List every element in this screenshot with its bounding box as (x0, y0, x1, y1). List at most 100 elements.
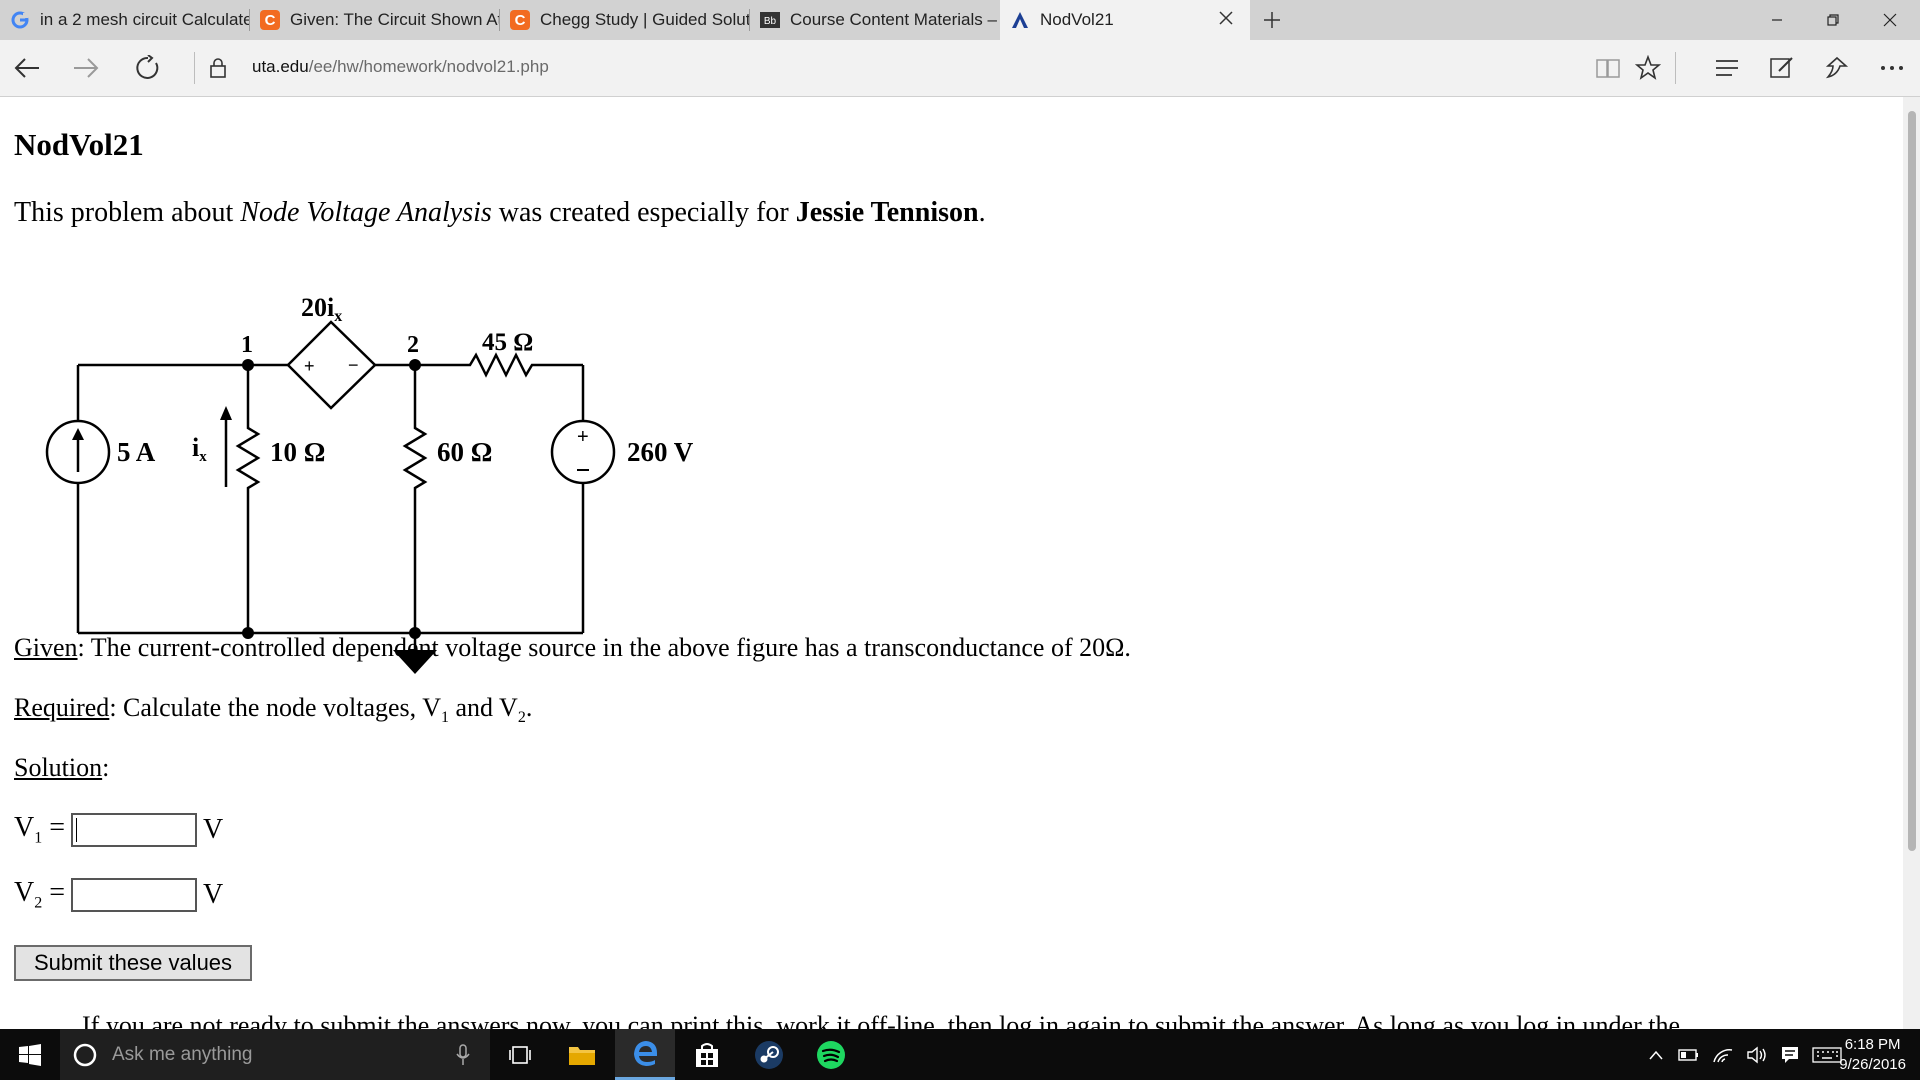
refresh-icon (136, 55, 159, 79)
svg-text:+: + (577, 426, 589, 448)
plus-icon (1264, 12, 1280, 28)
node-2-label: 2 (407, 332, 419, 358)
steam-button[interactable] (739, 1029, 799, 1080)
lock-icon (200, 50, 236, 86)
google-icon (10, 10, 30, 30)
star-icon (1635, 55, 1661, 80)
tab-title: Chegg Study | Guided Solut (540, 10, 750, 29)
circuit-diagram: + − + 20ix 1 2 45 Ω 5 A ix 10 Ω 60 Ω 260… (45, 293, 694, 674)
offline-note: If you are not ready to submit the answe… (82, 1011, 1680, 1029)
action-center-icon[interactable] (1780, 1045, 1800, 1065)
task-view-icon (509, 1045, 531, 1064)
wifi-icon[interactable] (1712, 1046, 1734, 1064)
reading-view-button[interactable] (1590, 50, 1626, 86)
battery-icon[interactable] (1678, 1048, 1700, 1062)
node-1-label: 1 (241, 332, 253, 358)
v2-input[interactable] (71, 877, 198, 912)
v2-label: V2 = (14, 877, 66, 912)
clock-time: 6:18 PM (1844, 1036, 1901, 1053)
blackboard-icon: Bb (760, 10, 780, 30)
windows-icon (19, 1043, 41, 1066)
edge-icon (634, 1041, 657, 1066)
chevron-up-icon[interactable] (1648, 1050, 1664, 1060)
close-window-button[interactable] (1862, 0, 1918, 40)
v2-unit: V (203, 878, 224, 910)
store-icon (696, 1042, 718, 1067)
tab-chegg-given[interactable]: C Given: The Circuit Shown At (250, 0, 500, 40)
share-button[interactable] (1819, 50, 1855, 86)
v1-row: V1 = V (14, 812, 223, 848)
page-content: NodVol21 This problem about Node Voltage… (0, 97, 1903, 1029)
voltage-source-label: 260 V (627, 437, 694, 467)
share-icon (1825, 56, 1849, 79)
steam-icon (755, 1040, 783, 1069)
more-button[interactable] (1874, 50, 1910, 86)
svg-text:−: − (348, 355, 359, 375)
hub-icon (1716, 60, 1738, 76)
taskbar: Ask me anything 6:18 PM 9/26/2016 (0, 1029, 1920, 1080)
dependent-source-symbol (286, 320, 377, 410)
keyboard-icon[interactable] (1812, 1046, 1842, 1064)
submit-button[interactable]: Submit these values (14, 945, 252, 981)
tab-bar: in a 2 mesh circuit Calculate C Given: T… (0, 0, 1920, 40)
forward-button[interactable] (68, 50, 104, 86)
v1-unit: V (203, 813, 224, 845)
refresh-button[interactable] (130, 50, 166, 86)
solution-label: Solution: (14, 753, 110, 782)
scrollbar-thumb[interactable] (1908, 111, 1916, 851)
spotify-button[interactable] (801, 1029, 861, 1080)
start-button[interactable] (0, 1029, 60, 1080)
more-dots-icon (1881, 66, 1903, 70)
close-icon[interactable] (1216, 8, 1236, 33)
tab-blackboard[interactable]: Bb Course Content Materials – (750, 0, 1000, 40)
tab-title: Given: The Circuit Shown At (290, 10, 500, 29)
v1-input[interactable] (71, 812, 198, 847)
folder-icon (569, 1046, 595, 1065)
svg-text:Bb: Bb (764, 16, 777, 27)
new-tab-button[interactable] (1258, 6, 1286, 34)
intro-text: This problem about Node Voltage Analysis… (14, 197, 986, 228)
close-icon (1883, 13, 1897, 27)
cortana-icon (73, 1043, 97, 1066)
minimize-button[interactable] (1749, 0, 1805, 40)
book-icon (1596, 59, 1620, 78)
tab-google-search[interactable]: in a 2 mesh circuit Calculate (0, 0, 250, 40)
clock[interactable]: 6:18 PM 9/26/2016 (1839, 1035, 1906, 1075)
dep-source-label: 20ix (301, 293, 342, 325)
web-note-button[interactable] (1764, 50, 1800, 86)
tab-chegg-study[interactable]: C Chegg Study | Guided Solut (500, 0, 750, 40)
file-explorer-button[interactable] (552, 1029, 612, 1080)
v1-label: V1 = (14, 812, 66, 847)
forward-arrow-icon (74, 58, 99, 78)
tab-title: in a 2 mesh circuit Calculate (40, 10, 250, 29)
favorite-button[interactable] (1630, 50, 1666, 86)
page-scrollbar[interactable] (1903, 97, 1920, 1029)
minimize-icon (1772, 19, 1782, 21)
page-title: NodVol21 (14, 127, 144, 162)
navigation-bar: uta.edu/ee/hw/homework/nodvol21.php (0, 40, 1920, 97)
edge-button[interactable] (615, 1029, 675, 1080)
svg-text:C: C (515, 12, 526, 29)
address-field[interactable]: uta.edu/ee/hw/homework/nodvol21.php (252, 57, 549, 77)
v2-row: V2 = V (14, 877, 223, 913)
restore-button[interactable] (1805, 0, 1861, 40)
required-text: Required: Calculate the node voltages, V… (14, 693, 533, 727)
given-text: Given: The current-controlled dependent … (14, 633, 1131, 662)
node-1-dot (242, 359, 254, 371)
back-button[interactable] (9, 50, 45, 86)
cortana-search[interactable]: Ask me anything (60, 1029, 490, 1080)
svg-text:+: + (304, 356, 315, 376)
ix-label: ix (192, 433, 207, 465)
store-button[interactable] (677, 1029, 737, 1080)
system-tray (1640, 1029, 1848, 1080)
volume-icon[interactable] (1746, 1046, 1768, 1064)
tab-nodvol21[interactable]: NodVol21 (1000, 0, 1250, 40)
back-arrow-icon (14, 58, 39, 78)
chegg-icon: C (260, 10, 280, 30)
uta-icon (1010, 10, 1030, 30)
clock-date: 9/26/2016 (1839, 1056, 1906, 1073)
hub-button[interactable] (1709, 50, 1745, 86)
r10-label: 10 Ω (270, 437, 325, 467)
task-view-button[interactable] (490, 1029, 550, 1080)
spotify-icon (817, 1040, 845, 1069)
